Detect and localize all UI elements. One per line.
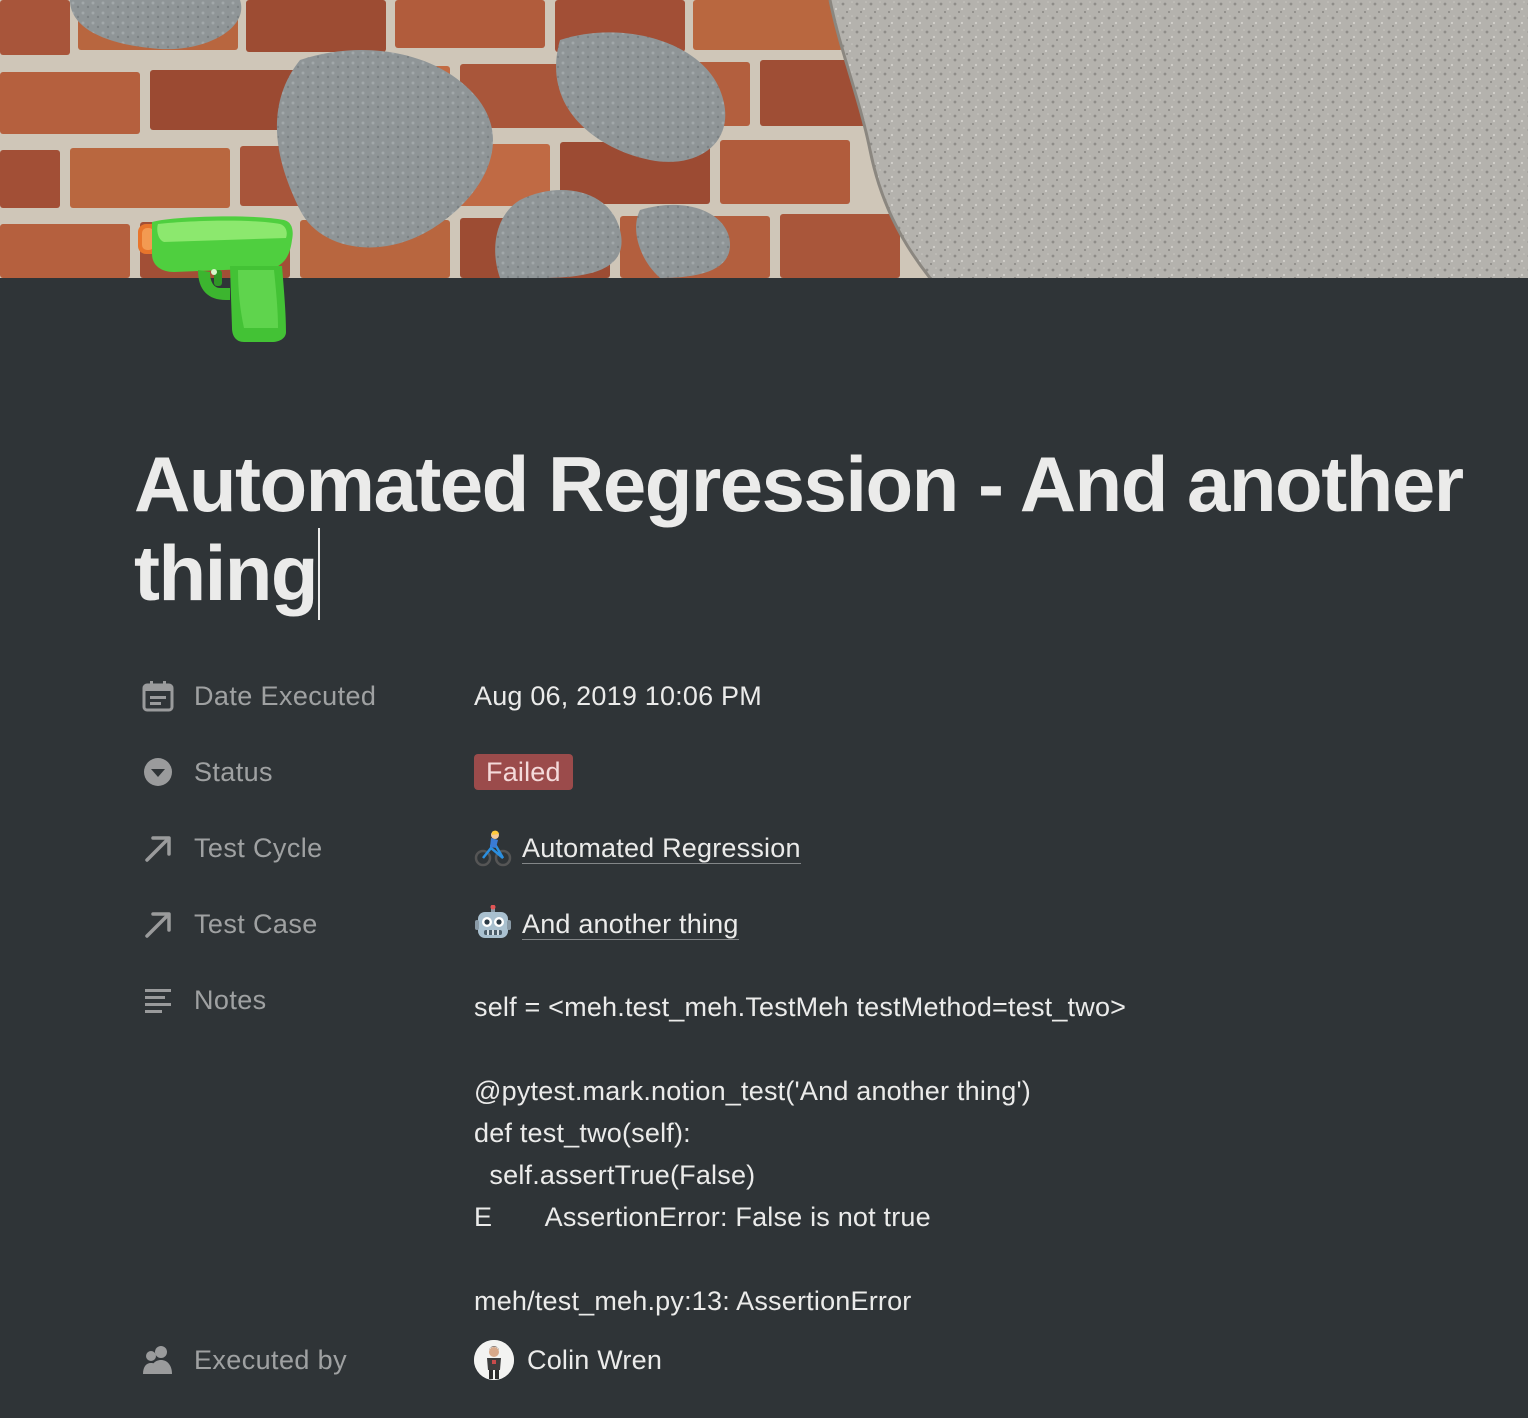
avatar [474,1340,514,1380]
notes-value[interactable]: self = <meh.test_meh.TestMeh testMethod=… [474,962,1498,1322]
cyclist-icon [474,829,512,867]
property-status: Status Failed [138,734,1498,810]
status-value[interactable]: Failed [474,734,1498,810]
page-title-text[interactable]: Automated Regression - And another thing [134,440,1464,617]
relation-arrow-icon [138,828,178,868]
select-caret-icon [138,752,178,792]
calendar-icon [138,676,178,716]
property-test-case: Test Case And another thing [138,886,1498,962]
test-case-link-text[interactable]: And another thing [522,909,739,940]
property-label: Status [194,756,273,787]
property-key-notes[interactable]: Notes [138,962,474,1038]
test-cycle-relation-link[interactable]: Automated Regression [474,829,801,867]
status-badge: Failed [474,754,573,790]
notes-text: self = <meh.test_meh.TestMeh testMethod=… [474,992,1127,1316]
executed-by-value[interactable]: Colin Wren [474,1322,1498,1398]
property-key-test-cycle[interactable]: Test Cycle [138,810,474,886]
properties-panel: Date Executed Aug 06, 2019 10:06 PM Stat… [138,658,1498,1398]
property-notes: Notes self = <meh.test_meh.TestMeh testM… [138,962,1498,1322]
robot-icon [474,904,512,943]
property-executed-by: Executed by Colin Wren [138,1322,1498,1398]
property-label: Date Executed [194,680,377,711]
test-cycle-value: Automated Regression [474,810,1498,886]
property-label: Test Cycle [194,832,323,863]
test-case-value: And another thing [474,886,1498,962]
water-pistol-icon[interactable] [134,210,298,344]
property-label: Executed by [194,1344,347,1375]
text-lines-icon [138,980,178,1020]
property-key-executed-by[interactable]: Executed by [138,1322,474,1398]
relation-arrow-icon [138,904,178,944]
test-case-relation-link[interactable]: And another thing [474,904,739,943]
person-chip[interactable]: Colin Wren [474,1340,662,1380]
property-label: Notes [194,984,267,1015]
property-test-cycle: Test Cycle Automated Regression [138,810,1498,886]
property-date-executed: Date Executed Aug 06, 2019 10:06 PM [138,658,1498,734]
date-text: Aug 06, 2019 10:06 PM [474,680,762,711]
property-key-status[interactable]: Status [138,734,474,810]
property-label: Test Case [194,908,318,939]
text-cursor [318,528,321,620]
person-icon [138,1340,178,1380]
person-name: Colin Wren [527,1344,663,1375]
property-key-test-case[interactable]: Test Case [138,886,474,962]
date-executed-value[interactable]: Aug 06, 2019 10:06 PM [474,658,1498,734]
property-key-date-executed[interactable]: Date Executed [138,658,474,734]
test-cycle-link-text[interactable]: Automated Regression [522,833,801,864]
page-title[interactable]: Automated Regression - And another thing [134,440,1504,620]
